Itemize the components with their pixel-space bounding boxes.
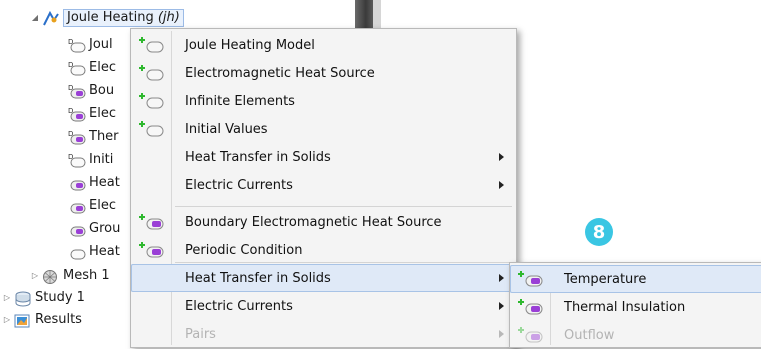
expand-triangle-icon[interactable]: ▷ (2, 287, 12, 309)
menu-item: Pairs (131, 320, 516, 348)
menu-item[interactable]: Electric Currents (131, 292, 516, 320)
menu-item-label: Pairs (185, 326, 216, 342)
menu-item-label: Periodic Condition (185, 242, 303, 258)
joule-heating-icon (42, 11, 60, 26)
tree-child-label: Heat (89, 244, 120, 259)
domain-icon (68, 245, 86, 260)
tree-mesh-label: Mesh 1 (63, 268, 110, 283)
menu-item-label: Electric Currents (185, 177, 293, 193)
menu-item[interactable]: Initial Values (131, 115, 516, 143)
menu-item-label: Heat Transfer in Solids (185, 149, 331, 165)
submenu: Temperature Thermal Insulation Outflow (509, 262, 761, 348)
submenu-arrow-icon (499, 181, 504, 189)
tree-child-label: Heat (89, 175, 120, 190)
boundary-icon (68, 176, 86, 191)
submenu-arrow-icon (499, 153, 504, 161)
menu-item[interactable]: Boundary Electromagnetic Heat Source (131, 208, 516, 236)
tree-node-study[interactable]: ▷ Study 1 (2, 287, 85, 309)
tree-child-item[interactable]: Heat (68, 241, 120, 263)
d-boundary-icon: D (68, 130, 86, 145)
submenu-item: Outflow (510, 321, 761, 349)
boundary-icon (68, 199, 86, 214)
menu-item-label: Heat Transfer in Solids (185, 270, 331, 286)
tree-study-label: Study 1 (35, 290, 85, 305)
tree-child-label: Ther (89, 129, 119, 144)
menu-item[interactable]: Heat Transfer in Solids (131, 143, 516, 171)
add-boundary-icon (518, 298, 544, 316)
add-domain-icon (139, 36, 165, 54)
tree-node-mesh[interactable]: ▷ Mesh 1 (30, 265, 110, 287)
tree-child-label: Bou (89, 83, 115, 98)
submenu-item-label: Temperature (564, 271, 647, 287)
results-icon (14, 313, 32, 328)
d-boundary-icon: D (68, 107, 86, 122)
tree-child-item[interactable]: D Joul (68, 34, 113, 56)
d-boundary-icon: D (68, 84, 86, 99)
tree-child-label: Elec (89, 198, 116, 213)
expand-triangle-icon[interactable]: ▷ (2, 309, 12, 331)
menu-item[interactable]: Infinite Elements (131, 87, 516, 115)
add-boundary-icon (139, 241, 165, 259)
study-icon (14, 291, 32, 307)
boundary-icon (68, 222, 86, 237)
menu-item-label: Infinite Elements (185, 93, 295, 109)
collapse-triangle-icon[interactable]: ◢ (30, 7, 40, 29)
tree-child-item[interactable]: D Elec (68, 103, 116, 125)
menu-item-label: Initial Values (185, 121, 268, 137)
mesh-icon (42, 269, 60, 284)
tree-child-item[interactable]: D Ther (68, 126, 119, 148)
add-domain-icon (139, 64, 165, 82)
submenu-arrow-icon (499, 274, 504, 282)
submenu-arrow-icon (499, 302, 504, 310)
submenu-item[interactable]: Thermal Insulation (510, 293, 761, 321)
tree-child-item[interactable]: Elec (68, 195, 116, 217)
tree-child-label: Grou (89, 221, 121, 236)
context-menu: Joule Heating Model Electromagnetic Heat … (130, 28, 517, 348)
tree-node-joule-heating[interactable]: ◢ Joule Heating (jh) (30, 7, 184, 29)
menu-item[interactable]: Electromagnetic Heat Source (131, 59, 516, 87)
submenu-item-label: Thermal Insulation (564, 299, 686, 315)
menu-item[interactable]: Electric Currents (131, 171, 516, 199)
tree-results-label: Results (35, 312, 82, 327)
menu-item-label: Boundary Electromagnetic Heat Source (185, 214, 442, 230)
menu-item-label: Joule Heating Model (185, 37, 315, 53)
menu-item-label: Electromagnetic Heat Source (185, 65, 375, 81)
menu-item[interactable]: Heat Transfer in Solids (131, 264, 516, 292)
expand-triangle-icon[interactable]: ▷ (30, 265, 40, 287)
tree-child-label: Initi (89, 152, 114, 167)
tree-child-item[interactable]: Heat (68, 172, 120, 194)
add-domain-icon (139, 120, 165, 138)
menu-item[interactable]: Periodic Condition (131, 236, 516, 264)
add-boundary-icon (139, 213, 165, 231)
menu-separator (175, 206, 512, 207)
add-domain-icon (139, 92, 165, 110)
tree-child-label: Elec (89, 60, 116, 75)
menu-item-label: Electric Currents (185, 298, 293, 314)
tree-root-tag: (jh) (157, 10, 180, 25)
d-node-icon: D (68, 61, 86, 76)
callout-badge: 8 (585, 218, 613, 246)
tree-child-label: Joul (89, 37, 113, 52)
tree-node-results[interactable]: ▷ Results (2, 309, 82, 331)
submenu-item[interactable]: Temperature (510, 265, 761, 293)
tree-child-item[interactable]: D Initi (68, 149, 113, 171)
tree-child-item[interactable]: Grou (68, 218, 120, 240)
d-node-icon: D (68, 153, 86, 168)
tree-child-item[interactable]: D Bou (68, 80, 114, 102)
menu-item[interactable]: Joule Heating Model (131, 31, 516, 59)
submenu-item-label: Outflow (564, 327, 615, 343)
add-boundary-icon (518, 270, 544, 288)
menu-separator (175, 262, 512, 263)
tree-root-label: Joule Heating (67, 10, 158, 25)
submenu-arrow-icon (499, 330, 504, 338)
d-node-icon: D (68, 38, 86, 53)
add-boundary-icon (518, 326, 544, 344)
tree-child-label: Elec (89, 106, 116, 121)
tree-child-item[interactable]: D Elec (68, 57, 116, 79)
